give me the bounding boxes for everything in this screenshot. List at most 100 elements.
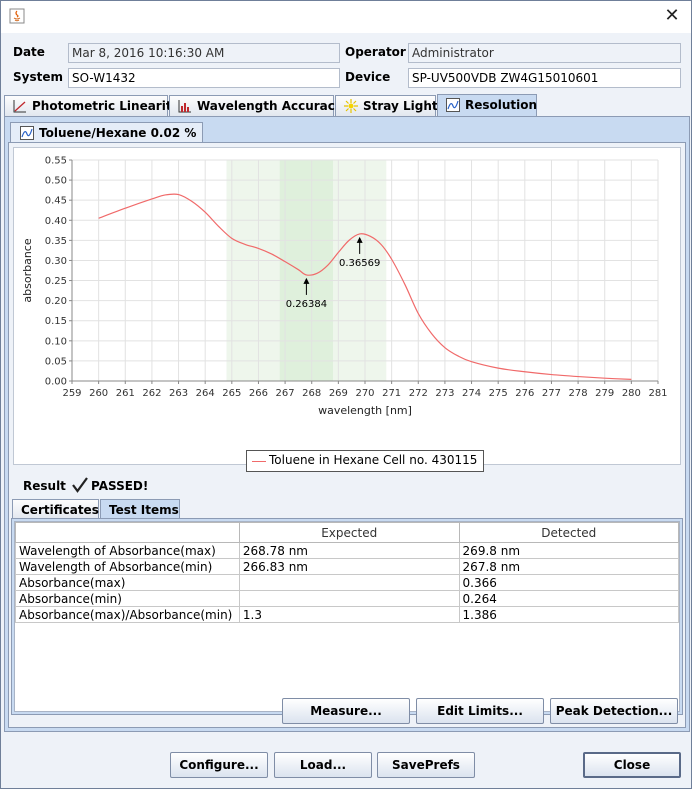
table-cell: 0.366 bbox=[458, 574, 679, 591]
x-tick-label: 262 bbox=[142, 388, 161, 399]
sun-icon bbox=[344, 99, 358, 113]
resolution-chart-icon bbox=[446, 98, 460, 112]
y-tick-label: 0.25 bbox=[45, 276, 67, 287]
x-tick-label: 263 bbox=[169, 388, 188, 399]
y-tick-label: 0.50 bbox=[45, 176, 67, 187]
tab-label: Resolution bbox=[465, 98, 538, 112]
subtab-label: Toluene/Hexane 0.02 % bbox=[39, 126, 197, 140]
tab-wavelength-accuracy[interactable]: Wavelength Accuracy bbox=[169, 95, 343, 116]
y-tick-label: 0.35 bbox=[45, 236, 67, 247]
x-tick-label: 275 bbox=[489, 388, 508, 399]
y-tick-label: 0.20 bbox=[45, 296, 67, 307]
date-field: Mar 8, 2016 10:16:30 AM bbox=[68, 43, 340, 63]
result-value: PASSED! bbox=[91, 479, 149, 493]
y-axis-label: absorbance bbox=[21, 238, 34, 302]
table-cell: 269.8 nm bbox=[458, 542, 679, 559]
x-tick-label: 278 bbox=[569, 388, 588, 399]
y-tick-label: 0.45 bbox=[45, 196, 67, 207]
configure-button[interactable]: Configure... bbox=[170, 752, 268, 778]
column-header-detected[interactable]: Detected bbox=[458, 522, 679, 543]
edit-limits-button[interactable]: Edit Limits... bbox=[416, 698, 544, 724]
table-header-row: Expected Detected bbox=[15, 522, 679, 543]
column-header-item[interactable] bbox=[15, 522, 240, 543]
table-cell: Wavelength of Absorbance(min) bbox=[15, 558, 240, 575]
table-cell: 267.8 nm bbox=[458, 558, 679, 575]
linearity-chart-icon bbox=[13, 100, 26, 113]
chart-icon bbox=[20, 126, 34, 140]
y-tick-label: 0.05 bbox=[45, 356, 67, 367]
annotation-label: 0.26384 bbox=[286, 299, 327, 310]
x-tick-label: 267 bbox=[276, 388, 295, 399]
tab-resolution[interactable]: Resolution bbox=[437, 94, 537, 116]
legend-swatch bbox=[252, 461, 266, 462]
operator-label: Operator bbox=[345, 45, 406, 59]
main-window: ✕ Date Mar 8, 2016 10:16:30 AM Operator … bbox=[0, 0, 692, 789]
x-tick-label: 276 bbox=[515, 388, 534, 399]
y-tick-label: 0.55 bbox=[45, 156, 67, 167]
device-label: Device bbox=[345, 70, 391, 84]
column-header-expected[interactable]: Expected bbox=[238, 522, 460, 543]
result-label: Result bbox=[23, 479, 66, 493]
title-bar: ✕ bbox=[1, 1, 691, 33]
y-tick-label: 0.30 bbox=[45, 256, 67, 267]
chart-legend: Toluene in Hexane Cell no. 430115 bbox=[246, 450, 485, 472]
table-row[interactable]: Absorbance(max) 0.366 bbox=[15, 574, 679, 591]
tab-label: Test Items bbox=[109, 503, 179, 517]
device-field[interactable]: SP-UV500VDB ZW4G15010601 bbox=[408, 68, 681, 88]
table-cell: 0.264 bbox=[458, 590, 679, 607]
tab-toluene-hexane[interactable]: Toluene/Hexane 0.02 % bbox=[10, 122, 204, 143]
peak-detection-button[interactable]: Peak Detection... bbox=[550, 698, 678, 724]
tab-label: Stray Light bbox=[363, 99, 438, 113]
x-tick-label: 269 bbox=[329, 388, 348, 399]
table-row[interactable]: Wavelength of Absorbance(max) 268.78 nm … bbox=[15, 542, 679, 559]
x-tick-label: 266 bbox=[249, 388, 268, 399]
tab-label: Certificates bbox=[21, 503, 99, 517]
tab-certificates[interactable]: Certificates bbox=[12, 499, 99, 519]
table-row[interactable]: Wavelength of Absorbance(min) 266.83 nm … bbox=[15, 558, 679, 575]
system-field[interactable]: SO-W1432 bbox=[68, 68, 340, 88]
shaded-region bbox=[279, 160, 334, 381]
y-tick-label: 0.10 bbox=[45, 336, 67, 347]
table-cell: Wavelength of Absorbance(max) bbox=[15, 542, 240, 559]
table-cell: Absorbance(max)/Absorbance(min) bbox=[15, 606, 240, 623]
tab-test-items[interactable]: Test Items bbox=[100, 499, 180, 519]
table-row[interactable]: Absorbance(max)/Absorbance(min) 1.3 1.38… bbox=[15, 606, 679, 623]
tab-label: Wavelength Accuracy bbox=[197, 99, 343, 113]
x-tick-label: 272 bbox=[409, 388, 428, 399]
table-cell: 266.83 nm bbox=[238, 558, 460, 575]
x-tick-label: 280 bbox=[622, 388, 641, 399]
load-button[interactable]: Load... bbox=[274, 752, 372, 778]
table-cell: 1.386 bbox=[458, 606, 679, 623]
x-tick-label: 281 bbox=[648, 388, 667, 399]
y-tick-label: 0.40 bbox=[45, 216, 67, 227]
x-tick-label: 261 bbox=[116, 388, 135, 399]
close-button[interactable]: Close bbox=[583, 752, 681, 778]
test-items-table-scroll[interactable]: Expected Detected Wavelength of Absorban… bbox=[14, 521, 680, 712]
table-cell bbox=[238, 590, 460, 607]
tab-label: Photometric Linearity bbox=[32, 99, 180, 113]
tab-stray-light[interactable]: Stray Light bbox=[335, 95, 438, 116]
table-cell bbox=[238, 574, 460, 591]
close-window-icon[interactable]: ✕ bbox=[661, 5, 683, 27]
x-tick-label: 279 bbox=[595, 388, 614, 399]
x-tick-label: 268 bbox=[302, 388, 321, 399]
y-tick-label: 0.15 bbox=[45, 316, 67, 327]
bar-chart-icon bbox=[178, 100, 191, 113]
table-cell: 268.78 nm bbox=[238, 542, 460, 559]
annotation-label: 0.36569 bbox=[339, 258, 380, 269]
saveprefs-button[interactable]: SavePrefs bbox=[377, 752, 475, 778]
table-cell: 1.3 bbox=[238, 606, 460, 623]
checkmark-icon bbox=[71, 476, 89, 494]
x-tick-label: 277 bbox=[542, 388, 561, 399]
system-label: System bbox=[13, 70, 63, 84]
x-tick-label: 260 bbox=[89, 388, 108, 399]
table-row[interactable]: Absorbance(min) 0.264 bbox=[15, 590, 679, 607]
table-cell: Absorbance(min) bbox=[15, 590, 240, 607]
absorbance-chart: 259 260 261 262 263 264 265 266 267 268 269 270 271 2… bbox=[13, 147, 681, 472]
tab-photometric-linearity[interactable]: Photometric Linearity bbox=[4, 95, 179, 116]
chart-svg: 259 260 261 262 263 264 265 266 267 268 269 270 271 2… bbox=[21, 156, 668, 418]
x-tick-label: 265 bbox=[222, 388, 241, 399]
legend-label: Toluene in Hexane Cell no. 430115 bbox=[269, 453, 478, 467]
x-tick-label: 274 bbox=[462, 388, 481, 399]
measure-button[interactable]: Measure... bbox=[282, 698, 410, 724]
